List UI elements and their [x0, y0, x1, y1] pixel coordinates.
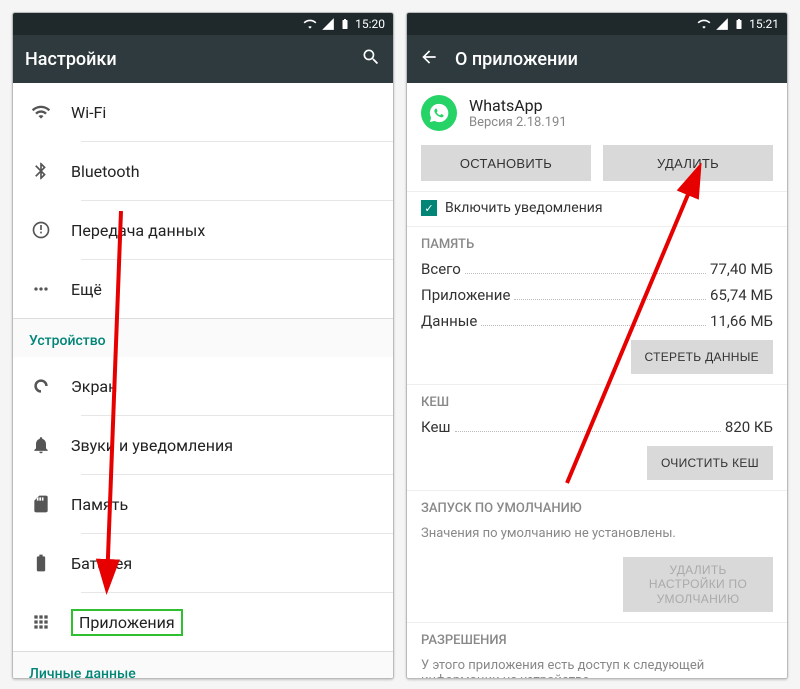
force-stop-button[interactable]: ОСТАНОВИТЬ [421, 145, 591, 181]
page-title: О приложении [455, 49, 775, 70]
default-section-label: ЗАПУСК ПО УМОЛЧАНИЮ [407, 491, 787, 520]
display-icon [31, 376, 71, 396]
status-bar: 15:20 [13, 13, 393, 35]
settings-item-label: Ещё [71, 280, 102, 299]
status-time: 15:20 [355, 17, 385, 31]
uninstall-button[interactable]: УДАЛИТЬ [603, 145, 773, 181]
settings-content: Wi-Fi Bluetooth Передача данных Ещё Устройс… [13, 83, 393, 678]
bluetooth-icon [31, 161, 71, 181]
permissions-section-label: РАЗРЕШЕНИЯ [407, 623, 787, 652]
settings-item-label: Батарея [71, 554, 132, 573]
kv-value: 65,74 МБ [710, 286, 773, 304]
settings-item-label: Экран [71, 377, 117, 396]
settings-item-display[interactable]: Экран [13, 357, 393, 415]
settings-screen: 15:20 Настройки Wi-Fi Bluetooth Передача д… [12, 12, 394, 679]
permissions-helper: У этого приложения есть доступ к следующ… [407, 652, 787, 678]
section-personal-header: Личные данные [13, 651, 393, 678]
wireless-group: Wi-Fi Bluetooth Передача данных Ещё [13, 83, 393, 318]
settings-item-label: Bluetooth [71, 162, 140, 181]
wifi-status-icon [697, 17, 711, 31]
app-version: Версия 2.18.191 [469, 115, 567, 130]
notifications-label: Включить уведомления [445, 200, 603, 216]
kv-row: Всего 77,40 МБ [407, 256, 787, 282]
app-name: WhatsApp [469, 96, 567, 115]
signal-status-icon [321, 17, 335, 31]
device-group: Экран Звуки и уведомления Память Батарея При… [13, 357, 393, 651]
wifi-icon [31, 102, 71, 122]
settings-item-more[interactable]: Ещё [13, 260, 393, 318]
settings-item-label: Wi-Fi [71, 103, 106, 122]
settings-item-bell[interactable]: Звуки и уведомления [13, 416, 393, 474]
more-icon [31, 279, 71, 299]
data-icon [31, 220, 71, 240]
kv-row: Приложение 65,74 МБ [407, 282, 787, 308]
kv-value: 77,40 МБ [710, 260, 773, 278]
battery-status-icon [339, 17, 351, 31]
apps-icon [31, 612, 71, 632]
whatsapp-icon [421, 95, 457, 131]
status-time: 15:21 [749, 17, 779, 31]
settings-item-sd[interactable]: Память [13, 475, 393, 533]
settings-item-label: Память [71, 495, 128, 514]
back-icon[interactable] [419, 47, 439, 71]
settings-item-wifi[interactable]: Wi-Fi [13, 83, 393, 141]
settings-item-apps[interactable]: Приложения [13, 593, 393, 651]
kv-key: Всего [421, 260, 461, 278]
kv-key: Данные [421, 312, 477, 330]
kv-key: Кеш [421, 418, 451, 436]
status-bar: 15:21 [407, 13, 787, 35]
notifications-checkbox-row[interactable]: ✓ Включить уведомления [407, 192, 787, 227]
memory-section-label: ПАМЯТЬ [407, 227, 787, 256]
signal-status-icon [715, 17, 729, 31]
wifi-status-icon [303, 17, 317, 31]
settings-item-label: Передача данных [71, 221, 205, 240]
kv-value: 11,66 МБ [710, 312, 773, 330]
default-helper: Значения по умолчанию не установлены. [407, 520, 787, 551]
settings-item-battery[interactable]: Батарея [13, 534, 393, 592]
checkbox-checked-icon: ✓ [421, 200, 437, 216]
highlight-annotation: Приложения [71, 609, 183, 636]
clear-data-button[interactable]: СТЕРЕТЬ ДАННЫЕ [631, 340, 773, 374]
kv-row: Кеш 820 КБ [407, 414, 787, 440]
kv-row: Данные 11,66 МБ [407, 308, 787, 334]
settings-item-bluetooth[interactable]: Bluetooth [13, 142, 393, 200]
cache-section-label: КЕШ [407, 385, 787, 414]
settings-item-data[interactable]: Передача данных [13, 201, 393, 259]
page-title: Настройки [25, 49, 345, 70]
bell-icon [31, 435, 71, 455]
appinfo-content: WhatsApp Версия 2.18.191 ОСТАНОВИТЬ УДАЛ… [407, 83, 787, 678]
app-info-screen: 15:21 О приложении WhatsApp Версия 2.18.… [406, 12, 788, 679]
app-bar: О приложении [407, 35, 787, 83]
settings-item-label: Звуки и уведомления [71, 436, 233, 455]
search-icon[interactable] [361, 47, 381, 71]
app-bar: Настройки [13, 35, 393, 83]
app-header: WhatsApp Версия 2.18.191 [407, 83, 787, 137]
section-device-header: Устройство [13, 318, 393, 357]
sd-icon [31, 494, 71, 514]
kv-key: Приложение [421, 286, 510, 304]
clear-defaults-button: УДАЛИТЬ НАСТРОЙКИ ПО УМОЛЧАНИЮ [623, 557, 773, 612]
settings-item-label: Приложения [71, 609, 183, 636]
battery-status-icon [733, 17, 745, 31]
clear-cache-button[interactable]: ОЧИСТИТЬ КЕШ [647, 446, 773, 480]
kv-value: 820 КБ [725, 418, 773, 436]
battery-icon [31, 553, 71, 573]
